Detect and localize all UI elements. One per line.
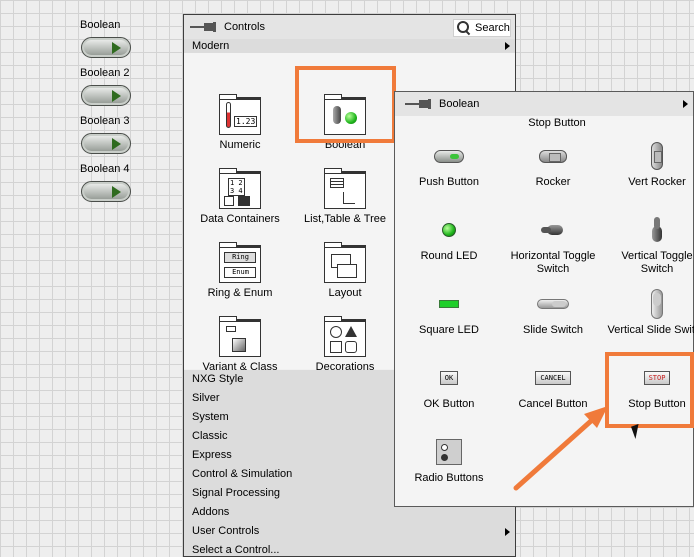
annotation-arrow [513,406,608,491]
